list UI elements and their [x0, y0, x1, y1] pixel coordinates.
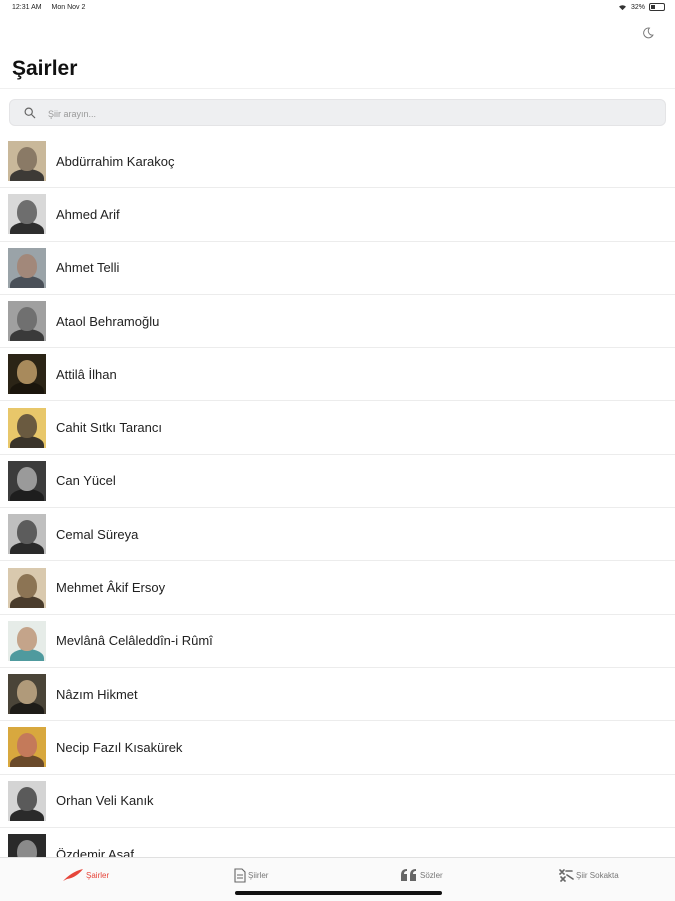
- search-bar[interactable]: [9, 99, 666, 127]
- poet-list-item[interactable]: Nâzım Hikmet: [0, 668, 675, 722]
- wifi-icon: [618, 4, 626, 10]
- tab-label: Şairler: [86, 870, 110, 880]
- poet-list-item[interactable]: Ahmet Telli: [0, 242, 675, 295]
- document-icon: [234, 868, 246, 883]
- street-art-icon: [559, 869, 574, 882]
- poet-list-item[interactable]: Ahmed Arif: [0, 188, 675, 242]
- status-right: 32%: [618, 3, 665, 11]
- poet-name: Can Yücel: [56, 473, 116, 489]
- poet-list-item[interactable]: Ataol Behramoğlu: [0, 295, 675, 349]
- poet-name: Orhan Veli Kanık: [56, 793, 154, 809]
- poet-avatar: [8, 674, 46, 715]
- tab-siir-sokakta[interactable]: Şiir Sokakta: [558, 868, 619, 882]
- page-title: Şairler: [12, 57, 78, 80]
- poet-name: Cemal Süreya: [56, 526, 139, 542]
- status-left: 12:31 AM Mon Nov 2: [12, 4, 93, 11]
- poet-list-item[interactable]: Attilâ İlhan: [0, 348, 675, 402]
- poet-avatar: [8, 460, 46, 501]
- poet-list-item[interactable]: Cemal Süreya: [0, 508, 675, 562]
- poet-list[interactable]: Abdürrahim Karakoç Ahmed Arif Ahmet Telli A…: [0, 135, 675, 857]
- tab-label: Şiirler: [248, 871, 269, 880]
- moon-icon[interactable]: [641, 26, 655, 40]
- battery-percent: 32%: [630, 3, 645, 11]
- poet-name: Cahit Sıtkı Tarancı: [56, 420, 162, 436]
- poet-name: Özdemir Asaf: [56, 846, 135, 858]
- tab-label: Şiir Sokakta: [576, 870, 619, 880]
- poet-avatar: [8, 620, 46, 661]
- poet-list-item[interactable]: Mehmet Âkif Ersoy: [0, 561, 675, 615]
- poet-avatar: [8, 141, 46, 182]
- tab-siirler[interactable]: Şiirler: [234, 868, 268, 883]
- poet-list-item[interactable]: Orhan Veli Kanık: [0, 775, 675, 828]
- quote-icon: [401, 869, 416, 881]
- poet-name: Nâzım Hikmet: [56, 686, 138, 702]
- poet-name: Ahmet Telli: [56, 260, 120, 276]
- title-divider: [0, 88, 675, 89]
- poet-avatar: [8, 834, 46, 857]
- poet-avatar: [8, 301, 46, 342]
- battery-icon: [649, 3, 665, 11]
- poet-avatar: [8, 354, 46, 395]
- poet-avatar: [8, 727, 46, 768]
- poet-list-item[interactable]: Özdemir Asaf: [0, 828, 675, 857]
- home-indicator: [235, 891, 442, 895]
- poet-avatar: [8, 780, 46, 821]
- poet-avatar: [8, 567, 46, 608]
- poet-list-item[interactable]: Mevlânâ Celâleddîn-i Rûmî: [0, 615, 675, 668]
- status-date: Mon Nov 2: [51, 4, 86, 11]
- poet-list-item[interactable]: Abdürrahim Karakoç: [0, 135, 675, 189]
- feather-icon: [63, 869, 83, 881]
- poet-list-item[interactable]: Can Yücel: [0, 455, 675, 509]
- poet-avatar: [8, 514, 46, 555]
- tab-sozler[interactable]: Sözler: [400, 868, 443, 882]
- poet-avatar: [8, 194, 46, 235]
- search-icon: [24, 107, 36, 119]
- poet-name: Ataol Behramoğlu: [56, 313, 160, 329]
- poet-name: Abdürrahim Karakoç: [56, 153, 175, 169]
- poet-name: Ahmed Arif: [56, 206, 120, 222]
- status-time: 12:31 AM: [12, 4, 42, 11]
- poet-list-item[interactable]: Cahit Sıtkı Tarancı: [0, 401, 675, 455]
- poet-name: Necip Fazıl Kısakürek: [56, 739, 183, 755]
- tab-label: Sözler: [420, 870, 443, 880]
- tab-sairler[interactable]: Şairler: [62, 868, 109, 882]
- poet-avatar: [8, 247, 46, 288]
- status-bar: 12:31 AM Mon Nov 2 32%: [0, 0, 675, 16]
- poet-name: Mevlânâ Celâleddîn-i Rûmî: [56, 633, 213, 649]
- poet-name: Attilâ İlhan: [56, 366, 117, 382]
- poet-name: Mehmet Âkif Ersoy: [56, 580, 166, 596]
- poet-list-item[interactable]: Necip Fazıl Kısakürek: [0, 721, 675, 775]
- poet-avatar: [8, 407, 46, 448]
- search-input[interactable]: [46, 100, 650, 127]
